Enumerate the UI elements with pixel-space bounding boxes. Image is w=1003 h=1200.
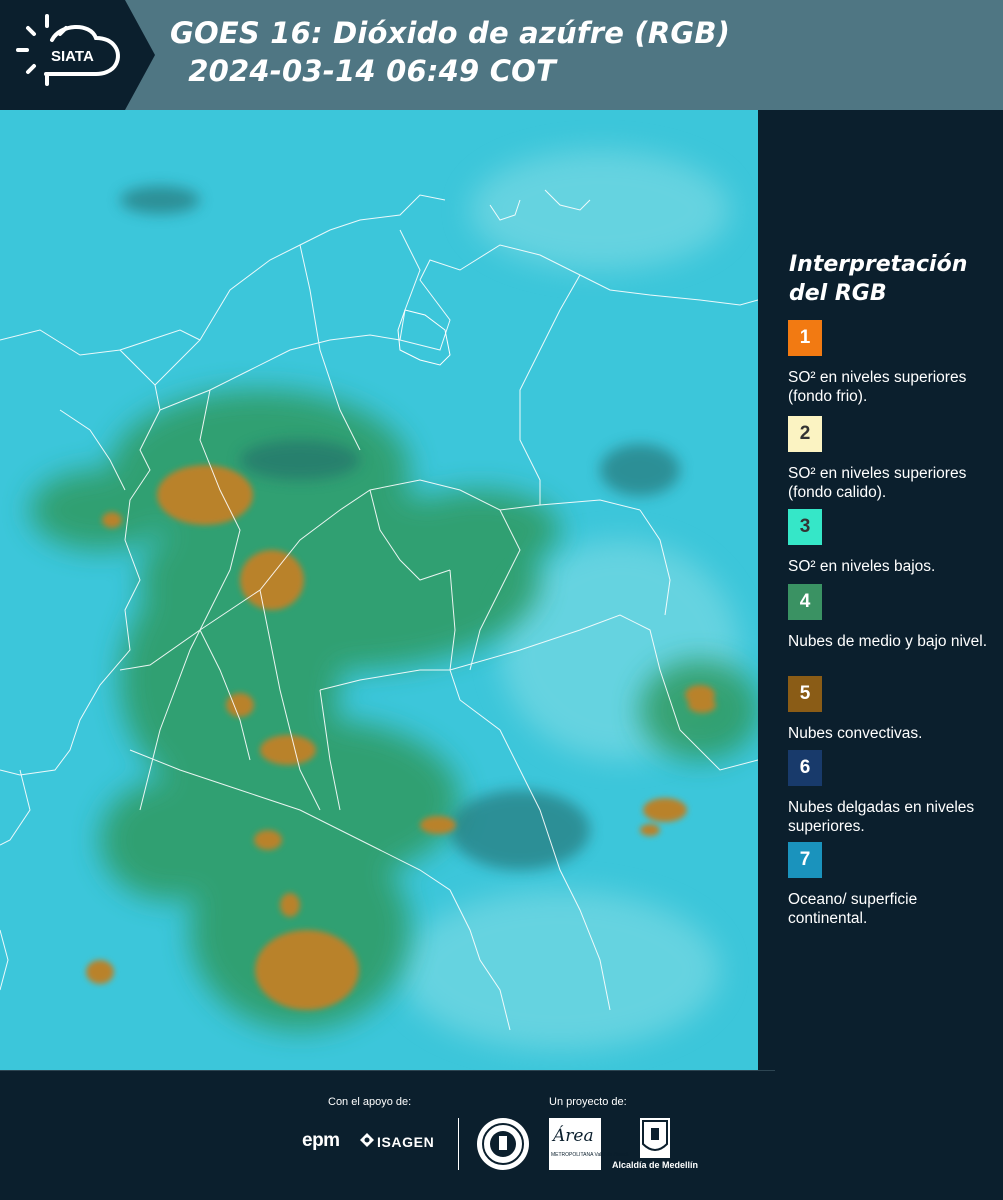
legend-number: 7 bbox=[799, 849, 811, 870]
page-title: GOES 16: Dióxido de azúfre (RGB) bbox=[170, 16, 731, 50]
seal-icon bbox=[482, 1123, 524, 1165]
siata-logo[interactable]: SIATA bbox=[0, 0, 155, 110]
legend-panel: Interpretación del RGB 1 SO² en niveles … bbox=[758, 110, 1003, 1070]
legend-label: SO² en niveles superiores (fondo frio). bbox=[788, 369, 967, 405]
legend-label: Oceano/ superficie continental. bbox=[788, 891, 918, 927]
legend-item-5: 5 Nubes convectivas. bbox=[788, 676, 988, 743]
legend-label: Nubes delgadas en niveles superiores. bbox=[788, 799, 975, 835]
legend-number: 6 bbox=[799, 757, 811, 778]
legend-swatch: 1 bbox=[788, 320, 822, 356]
page-timestamp: 2024-03-14 06:49 COT bbox=[178, 54, 557, 88]
legend-item-3: 3 SO² en niveles bajos. bbox=[788, 509, 988, 576]
legend-item-4: 4 Nubes de medio y bajo nivel. bbox=[788, 584, 988, 651]
map-image bbox=[0, 110, 758, 1070]
satellite-map[interactable] bbox=[0, 110, 758, 1070]
legend-swatch: 6 bbox=[788, 750, 822, 786]
legend-item-7: 7 Oceano/ superficie continental. bbox=[788, 842, 988, 928]
footer: Con el apoyo de: Un proyecto de: epm ISA… bbox=[0, 1070, 1003, 1200]
legend-swatch: 2 bbox=[788, 416, 822, 452]
legend-label: SO² en niveles superiores (fondo calido)… bbox=[788, 465, 967, 501]
alcaldia-shield-icon[interactable] bbox=[640, 1118, 670, 1158]
epm-logo[interactable]: epm bbox=[302, 1130, 340, 1152]
legend-item-6: 6 Nubes delgadas en niveles superiores. bbox=[788, 750, 988, 836]
legend-swatch: 4 bbox=[788, 584, 822, 620]
footer-vertical-divider bbox=[458, 1118, 459, 1170]
isagen-text: ISAGEN bbox=[377, 1134, 435, 1150]
logo-text: SIATA bbox=[51, 48, 94, 65]
medellin-seal-logo[interactable] bbox=[477, 1118, 529, 1170]
legend-swatch: 7 bbox=[788, 842, 822, 878]
legend-swatch: 5 bbox=[788, 676, 822, 712]
siata-logo-icon: SIATA bbox=[0, 0, 155, 110]
legend-number: 2 bbox=[799, 423, 811, 444]
legend-number: 5 bbox=[799, 683, 811, 704]
legend-number: 4 bbox=[799, 591, 811, 612]
area-metropolitana-logo[interactable]: Área METROPOLITANA Valle de Aburrá bbox=[549, 1118, 628, 1170]
legend-label: Nubes convectivas. bbox=[788, 725, 923, 742]
legend-label: Nubes de medio y bajo nivel. bbox=[788, 633, 988, 650]
area-logo-text: Área bbox=[553, 1126, 594, 1146]
legend-title: Interpretación del RGB bbox=[789, 252, 968, 306]
header-bar: SIATA GOES 16: Dióxido de azúfre (RGB) 2… bbox=[0, 0, 1003, 110]
legend-label: SO² en niveles bajos. bbox=[788, 558, 936, 575]
project-label: Un proyecto de: bbox=[549, 1096, 627, 1108]
legend-number: 1 bbox=[799, 327, 811, 348]
legend-swatch: 3 bbox=[788, 509, 822, 545]
area-logo-subtext: METROPOLITANA Valle de Aburrá bbox=[551, 1152, 629, 1158]
support-label: Con el apoyo de: bbox=[328, 1096, 412, 1108]
isagen-logo[interactable]: ISAGEN bbox=[360, 1133, 434, 1150]
legend-item-1: 1 SO² en niveles superiores (fondo frio)… bbox=[788, 320, 988, 406]
alcaldia-label: Alcaldía de Medellín bbox=[612, 1160, 699, 1170]
legend-number: 3 bbox=[799, 516, 811, 537]
isagen-icon bbox=[360, 1133, 374, 1150]
legend-item-2: 2 SO² en niveles superiores (fondo calid… bbox=[788, 416, 988, 502]
footer-divider bbox=[0, 1070, 775, 1071]
